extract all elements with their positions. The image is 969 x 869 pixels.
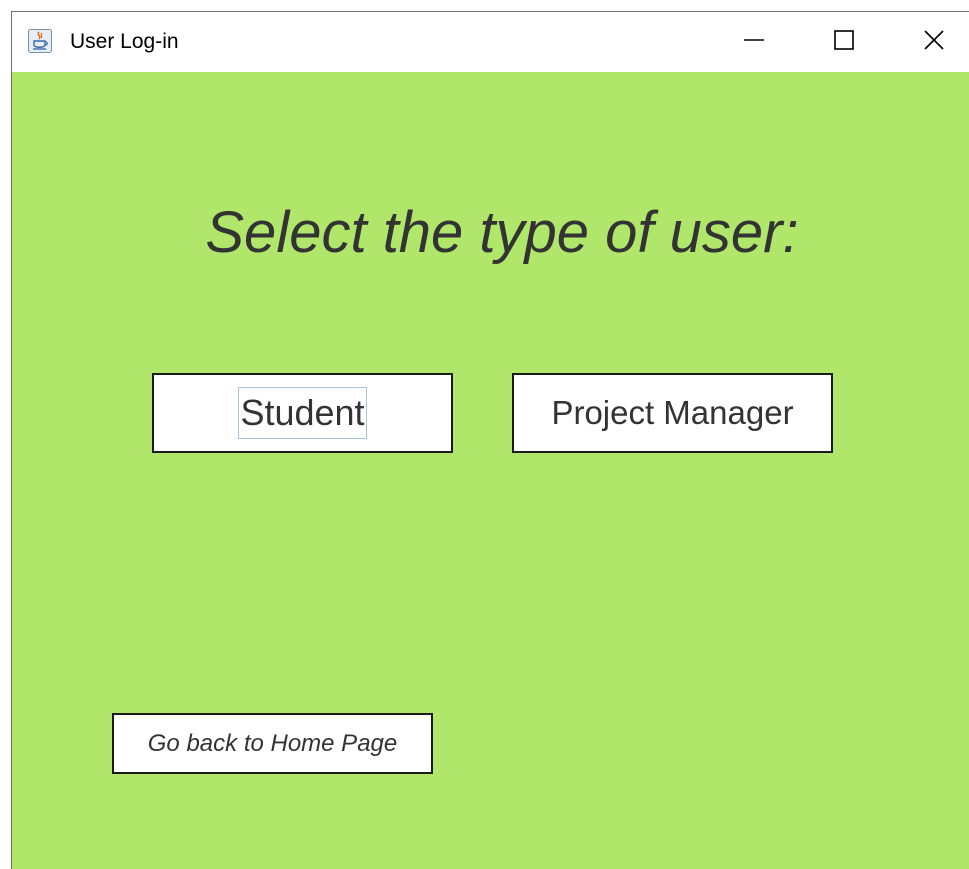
- project-manager-button[interactable]: Project Manager: [512, 373, 833, 453]
- close-button[interactable]: [902, 12, 966, 72]
- java-cup-icon: [28, 29, 52, 53]
- page-title: Select the type of user:: [205, 200, 799, 265]
- go-back-home-button[interactable]: Go back to Home Page: [112, 713, 433, 774]
- project-manager-button-label: Project Manager: [551, 394, 794, 431]
- user-type-panel: Select the type of user: Student Project…: [12, 72, 969, 869]
- go-back-home-button-label: Go back to Home Page: [147, 729, 398, 757]
- maximize-icon: [833, 29, 855, 56]
- close-icon: [923, 29, 945, 56]
- title-bar[interactable]: User Log-in: [12, 12, 969, 72]
- minimize-icon: [743, 29, 765, 56]
- student-button[interactable]: Student: [152, 373, 453, 453]
- student-button-label: Student: [238, 387, 367, 439]
- maximize-button[interactable]: [812, 12, 876, 72]
- window-title: User Log-in: [70, 30, 179, 53]
- app-window: User Log-in Select the type of user: Stu…: [11, 11, 969, 869]
- minimize-button[interactable]: [722, 12, 786, 72]
